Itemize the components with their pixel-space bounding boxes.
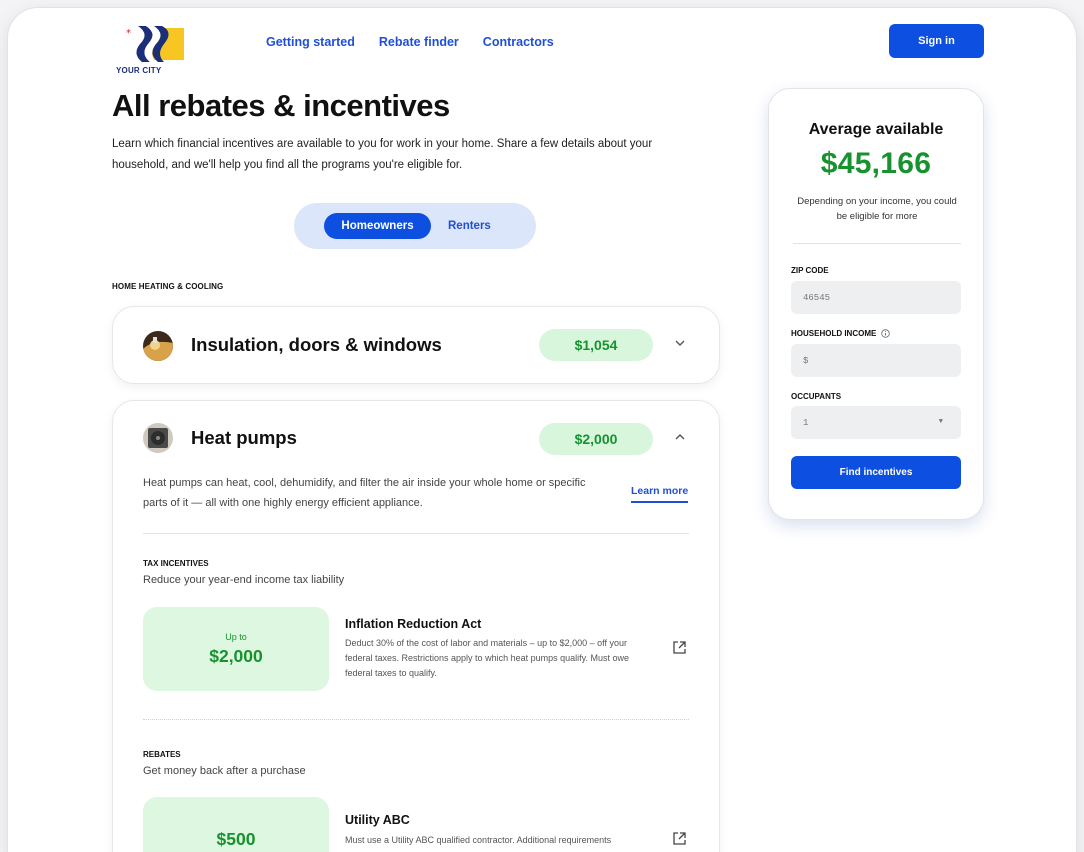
occupants-label: OCCUPANTS: [791, 392, 841, 401]
program-title: Utility ABC: [345, 813, 410, 827]
insulation-thumbnail: [143, 331, 173, 361]
sign-in-button[interactable]: Sign in: [889, 24, 984, 58]
heat-pump-thumbnail: [143, 423, 173, 453]
caret-down-icon: ▼: [938, 418, 943, 426]
program-description: Deduct 30% of the cost of labor and mate…: [345, 638, 629, 678]
nav-contractors[interactable]: Contractors: [483, 35, 554, 49]
svg-text:*: *: [126, 28, 131, 39]
category-description: Heat pumps can heat, cool, dehumidify, a…: [143, 477, 586, 509]
page-title: All rebates & incentives: [112, 88, 450, 123]
household-income-input[interactable]: $: [791, 344, 961, 377]
learn-more-link[interactable]: Learn more: [631, 485, 689, 503]
find-incentives-button[interactable]: Find incentives: [791, 456, 961, 489]
logo-text: YOUR CITY: [116, 66, 162, 75]
chevron-up-icon[interactable]: [675, 432, 685, 444]
nav-getting-started[interactable]: Getting started: [266, 35, 355, 49]
chevron-down-icon[interactable]: [675, 338, 685, 350]
section-heading: HOME HEATING & COOLING: [112, 282, 224, 291]
zip-code-value: 46545: [803, 292, 831, 303]
tax-incentives-label: TAX INCENTIVES: [143, 559, 209, 568]
page-intro: Learn which financial incentives are ava…: [112, 138, 653, 171]
amount-badge: $1,054: [539, 329, 653, 361]
rebates-label: REBATES: [143, 750, 181, 759]
card-title: Insulation, doors & windows: [191, 334, 442, 355]
card-title: Heat pumps: [191, 427, 297, 448]
divider: [143, 719, 689, 720]
rebate-amount: $500: [216, 828, 256, 849]
up-to-label: Up to: [225, 631, 247, 642]
nav-rebate-finder[interactable]: Rebate finder: [379, 35, 459, 49]
average-note: Depending on your income, you could be e…: [797, 196, 957, 222]
income-placeholder: $: [803, 355, 809, 366]
average-available-value: $45,166: [820, 147, 932, 180]
zip-code-input[interactable]: 46545: [791, 281, 961, 314]
rebate-amount-box: $500: [143, 797, 329, 852]
zip-code-label: ZIP CODE: [791, 266, 829, 275]
household-income-label-text: HOUSEHOLD INCOME: [791, 329, 877, 338]
incentive-finder-panel: Average available $45,166 Depending on y…: [768, 88, 984, 520]
external-link-icon[interactable]: [673, 832, 686, 850]
amount-badge: $2,000: [539, 423, 653, 455]
divider: [143, 533, 689, 534]
rebates-desc: Get money back after a purchase: [143, 765, 306, 777]
tax-incentives-desc: Reduce your year-end income tax liabilit…: [143, 574, 345, 586]
zip-code-label-text: ZIP CODE: [791, 266, 829, 275]
divider: [793, 243, 961, 244]
program-title: Inflation Reduction Act: [345, 617, 482, 631]
occupants-select[interactable]: 1 ▼: [791, 406, 961, 439]
info-icon[interactable]: [881, 329, 891, 338]
city-logo[interactable]: * YOUR CITY: [116, 24, 186, 76]
toggle-homeowners[interactable]: Homeowners: [324, 213, 431, 239]
occupants-label-text: OCCUPANTS: [791, 392, 842, 401]
toggle-renters[interactable]: Renters: [438, 213, 501, 239]
audience-toggle: Homeowners Renters: [294, 203, 536, 249]
average-available-label: Average available: [808, 121, 944, 138]
tax-amount: $2,000: [209, 645, 263, 666]
occupants-value: 1: [803, 417, 809, 428]
main-nav: Getting started Rebate finder Contractor…: [266, 35, 554, 49]
household-income-label: HOUSEHOLD INCOME: [791, 329, 891, 338]
category-card-heat-pumps: Heat pumps $2,000 Heat pumps can heat, c…: [112, 400, 720, 852]
browser-frame: * YOUR CITY Getting started Rebate finde…: [8, 8, 1076, 852]
city-logo-icon: *: [126, 26, 184, 62]
category-card-insulation[interactable]: Insulation, doors & windows $1,054: [112, 306, 720, 384]
tax-amount-box: Up to $2,000: [143, 607, 329, 691]
external-link-icon[interactable]: [673, 641, 686, 659]
program-description: Must use a Utility ABC qualified contrac…: [345, 835, 612, 845]
